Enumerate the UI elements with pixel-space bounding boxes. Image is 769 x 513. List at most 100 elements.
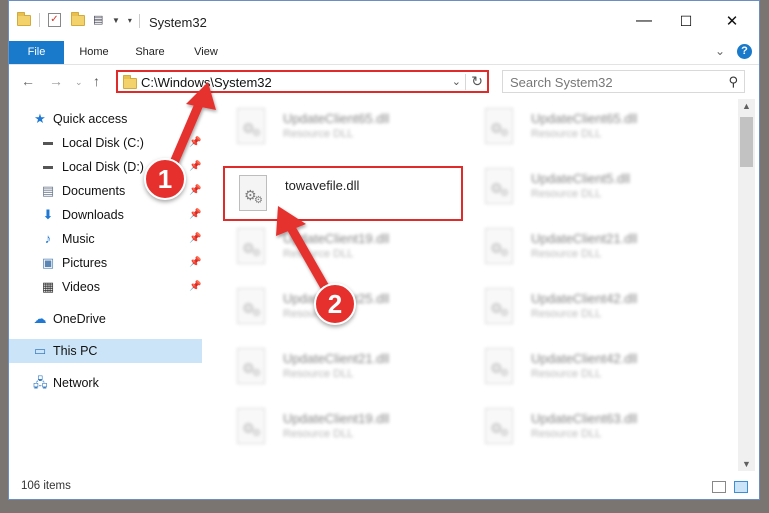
refresh-icon[interactable]: ↻ (471, 73, 483, 90)
file-item[interactable]: ⚙ ⚙ UpdateClient63.dll Resource DLL (471, 401, 711, 456)
dll-file-icon: ⚙ ⚙ (237, 288, 265, 324)
chevron-down-icon[interactable]: ▼ (112, 16, 120, 25)
file-item[interactable]: ⚙ ⚙ UpdateClient65.dll Resource DLL (471, 101, 711, 156)
address-folder-icon (123, 75, 137, 89)
search-placeholder: Search System32 (510, 75, 613, 90)
customize-toolbar-icon[interactable]: ▾ (128, 16, 132, 25)
large-icons-view-icon[interactable] (734, 481, 748, 493)
pin-icon[interactable]: 📌 (189, 233, 201, 244)
sidebar-item-label: Documents (62, 184, 126, 198)
pin-icon[interactable]: 📌 (189, 185, 201, 196)
minimize-button[interactable]: — (621, 1, 667, 41)
file-item-towavefile[interactable]: ⚙ ⚙ towavefile.dll (223, 166, 463, 221)
sidebar-item-label: Local Disk (C:) (62, 136, 144, 150)
up-arrow-icon[interactable]: ↑ (93, 73, 100, 89)
pin-icon[interactable]: 📌 (189, 281, 201, 292)
file-item[interactable]: ⚙ ⚙ UpdateClient21.dll Resource DLL (223, 341, 463, 396)
quick-access-toolbar: ✓ ▤ ▼ ▾ (17, 11, 132, 27)
properties-check-icon[interactable]: ✓ (48, 13, 61, 27)
pin-icon[interactable]: 📌 (189, 137, 201, 148)
recent-locations-icon[interactable]: ⌄ (75, 77, 83, 88)
dll-file-icon: ⚙ ⚙ (485, 168, 513, 204)
scrollbar-thumb[interactable] (740, 117, 753, 167)
file-name: UpdateClient19.dll (283, 411, 390, 426)
scroll-up-icon[interactable]: ▲ (742, 101, 751, 111)
star-icon: ★ (34, 111, 46, 126)
file-type: Resource DLL (283, 428, 354, 440)
file-item[interactable]: ⚙ ⚙ UpdateClient19.dll Resource DLL (223, 221, 463, 276)
forward-arrow-icon[interactable]: → (49, 73, 63, 89)
expand-ribbon-icon[interactable]: ⌄ (715, 44, 725, 58)
maximize-button[interactable]: ☐ (663, 1, 709, 41)
pin-icon[interactable]: 📌 (189, 209, 201, 220)
file-type: Resource DLL (283, 368, 354, 380)
address-bar[interactable]: C:\Windows\System32 ⌄ ↻ (116, 70, 489, 93)
close-button[interactable]: ✕ (709, 1, 755, 41)
vertical-scrollbar[interactable]: ▲ ▼ (738, 99, 755, 471)
file-type: Resource DLL (531, 188, 602, 200)
sidebar-item-label: Quick access (53, 112, 128, 126)
tab-share[interactable]: Share (127, 41, 173, 64)
dll-file-icon: ⚙ ⚙ (485, 348, 513, 384)
drive-icon: ▬ (43, 161, 53, 172)
downloads-icon: ⬇ (42, 207, 54, 222)
file-item[interactable]: ⚙ ⚙ UpdateClient65.dll Resource DLL (223, 101, 463, 156)
search-icon[interactable]: ⚲ (728, 74, 738, 90)
sidebar-item-label: Music (62, 232, 95, 246)
sidebar-item-onedrive[interactable]: ☁ OneDrive (9, 307, 202, 331)
dll-file-icon: ⚙ ⚙ (485, 108, 513, 144)
file-list: ⚙ ⚙ UpdateClient65.dll Resource DLL ⚙ ⚙ to… (217, 99, 739, 471)
file-item[interactable]: ⚙ ⚙ UpdateClient21.dll Resource DLL (471, 221, 711, 276)
title-bar: ✓ ▤ ▼ ▾ System32 — ☐ ✕ (9, 1, 759, 41)
sidebar-item-label: Downloads (62, 208, 124, 222)
tab-view[interactable]: View (183, 41, 229, 64)
title-divider (139, 14, 140, 28)
sidebar-item-label: Videos (62, 280, 100, 294)
scroll-down-icon[interactable]: ▼ (742, 459, 751, 469)
pin-icon[interactable]: 📌 (189, 161, 201, 172)
dll-file-icon: ⚙ ⚙ (239, 175, 267, 211)
address-path[interactable]: C:\Windows\System32 (141, 75, 272, 90)
sidebar-item-pictures[interactable]: ▣ Pictures 📌 (9, 251, 202, 275)
pin-icon[interactable]: 📌 (189, 257, 201, 268)
sidebar-item-local-disk-c[interactable]: ▬ Local Disk (C:) 📌 (9, 131, 202, 155)
view-options-icon[interactable]: ▤ (93, 14, 108, 27)
file-type: Resource DLL (531, 248, 602, 260)
details-view-icon[interactable] (712, 481, 726, 493)
status-bar: 106 items (9, 475, 759, 497)
network-icon: 🖧 (33, 375, 48, 390)
sidebar-item-network[interactable]: 🖧 Network (9, 371, 202, 395)
dll-file-icon: ⚙ ⚙ (237, 108, 265, 144)
sidebar-item-this-pc[interactable]: ▭ This PC (9, 339, 202, 363)
search-input[interactable]: Search System32 ⚲ (502, 70, 745, 93)
tab-file[interactable]: File (9, 41, 64, 64)
file-name: UpdateClient21.dll (531, 231, 638, 246)
file-item[interactable]: ⚙ ⚙ UpdateClient42.dll Resource DLL (471, 281, 711, 336)
dll-file-icon: ⚙ ⚙ (237, 228, 265, 264)
file-item[interactable]: ⚙ ⚙ UpdateClient19.dll Resource DLL (223, 401, 463, 456)
folder-icon[interactable] (17, 11, 31, 26)
help-icon[interactable]: ? (737, 44, 752, 59)
sidebar-item-quick-access[interactable]: ★ Quick access (9, 107, 202, 131)
file-item[interactable]: ⚙ ⚙ UpdateClient5.dll Resource DLL (471, 161, 711, 216)
file-type: Resource DLL (531, 368, 602, 380)
sidebar-item-music[interactable]: ♪ Music 📌 (9, 227, 202, 251)
new-folder-icon[interactable] (71, 11, 85, 26)
address-dropdown-icon[interactable]: ⌄ (452, 75, 461, 88)
ribbon-tabs: File Home Share View ⌄ ? (9, 41, 759, 65)
pictures-icon: ▣ (41, 255, 55, 270)
sidebar-item-videos[interactable]: ▦ Videos 📌 (9, 275, 202, 299)
dll-file-icon: ⚙ ⚙ (485, 408, 513, 444)
file-name: UpdateClient42.dll (531, 291, 638, 306)
dll-file-icon: ⚙ ⚙ (237, 348, 265, 384)
sidebar-item-downloads[interactable]: ⬇ Downloads 📌 (9, 203, 202, 227)
file-item[interactable]: ⚙ ⚙ UpdateClient42.dll Resource DLL (471, 341, 711, 396)
file-name: UpdateClient63.dll (531, 411, 638, 426)
file-name: UpdateClient65.dll (283, 111, 390, 126)
sidebar-item-label: Local Disk (D:) (62, 160, 144, 174)
dll-file-icon: ⚙ ⚙ (485, 288, 513, 324)
back-arrow-icon[interactable]: ← (21, 73, 35, 89)
file-name: UpdateClient21.dll (283, 351, 390, 366)
tab-home[interactable]: Home (71, 41, 117, 64)
file-name: UpdateClient65.dll (531, 111, 638, 126)
